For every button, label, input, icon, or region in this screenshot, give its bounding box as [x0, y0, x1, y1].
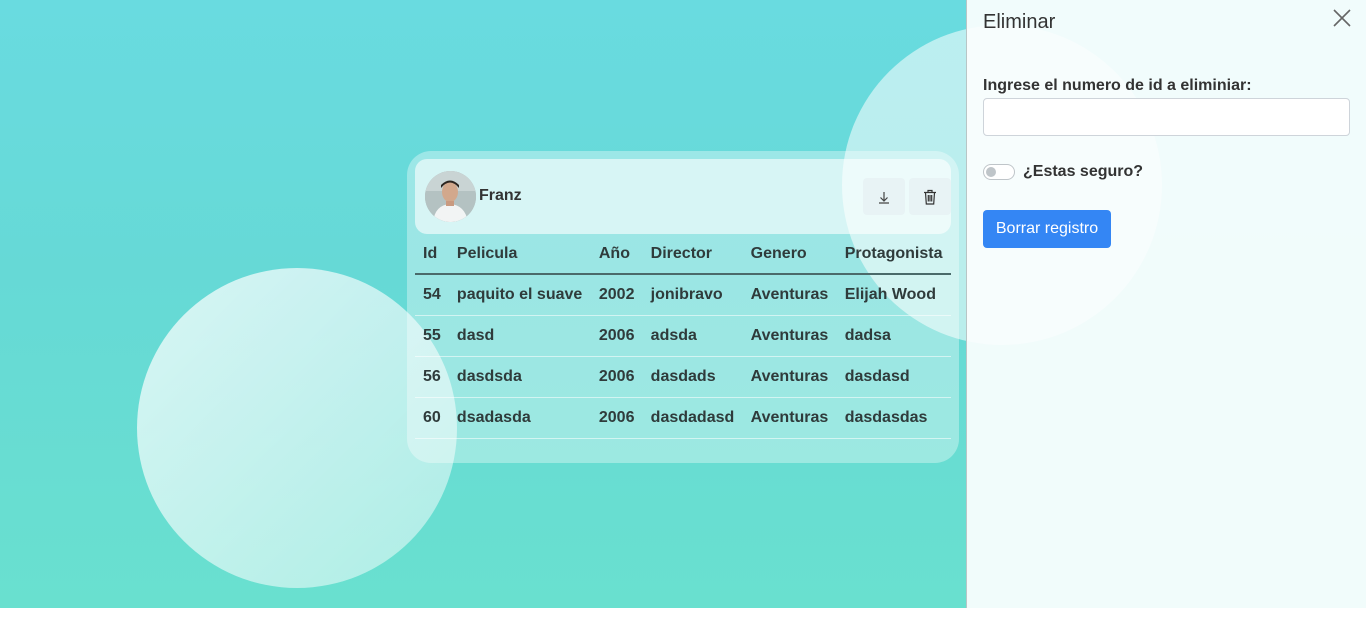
cell-id: 56 [415, 356, 449, 398]
cell-genero: Aventuras [742, 356, 837, 398]
table-header-row: Id Pelicula Año Director Genero Protagon… [415, 235, 951, 275]
panel-title: Eliminar [983, 11, 1056, 33]
table-row[interactable]: 60 dsadasda 2006 dasdadasd Aventuras das… [415, 397, 951, 439]
cell-id: 54 [415, 274, 449, 316]
delete-record-button[interactable]: Borrar registro [983, 210, 1111, 248]
trash-icon [924, 189, 936, 205]
delete-panel: Eliminar Ingrese el numero de id a elimi… [966, 0, 1366, 608]
id-field-label: Ingrese el numero de id a eliminiar: [983, 77, 1252, 94]
user-name: Franz [479, 187, 522, 204]
records-table: Id Pelicula Año Director Genero Protagon… [415, 235, 951, 439]
column-header-id[interactable]: Id [415, 235, 449, 275]
cell-protagonista: Elijah Wood [836, 274, 951, 316]
cell-genero: Aventuras [742, 315, 837, 357]
cell-pelicula: paquito el suave [448, 274, 591, 316]
column-header-protagonista[interactable]: Protagonista [836, 235, 951, 275]
download-button[interactable] [863, 178, 905, 215]
download-icon [879, 191, 889, 204]
cell-ano: 2006 [590, 397, 643, 439]
cell-protagonista: dadsa [836, 315, 951, 357]
confirm-toggle[interactable] [983, 164, 1015, 180]
column-header-pelicula[interactable]: Pelicula [448, 235, 591, 275]
cell-genero: Aventuras [742, 397, 837, 439]
cell-id: 60 [415, 397, 449, 439]
cell-director: dasdadasd [642, 397, 743, 439]
cell-id: 55 [415, 315, 449, 357]
cell-ano: 2002 [590, 274, 643, 316]
column-header-ano[interactable]: Año [590, 235, 643, 275]
cell-protagonista: dasdasdas [836, 397, 951, 439]
app-background: Franz Id Pelicula Año Director Genero Pr… [0, 0, 1366, 608]
cell-pelicula: dasd [448, 315, 591, 357]
close-button[interactable] [1332, 8, 1352, 28]
table-row[interactable]: 56 dasdsda 2006 dasdads Aventuras dasdas… [415, 356, 951, 398]
cell-ano: 2006 [590, 356, 643, 398]
close-icon [1333, 9, 1351, 27]
confirm-toggle-label[interactable]: ¿Estas seguro? [1023, 163, 1143, 181]
cell-director: jonibravo [642, 274, 743, 316]
id-input[interactable] [983, 98, 1350, 136]
avatar [425, 171, 476, 222]
delete-button[interactable] [909, 178, 951, 215]
column-header-genero[interactable]: Genero [742, 235, 837, 275]
cell-ano: 2006 [590, 315, 643, 357]
table-row[interactable]: 55 dasd 2006 adsda Aventuras dadsa [415, 315, 951, 357]
cell-director: dasdads [642, 356, 743, 398]
records-card: Franz Id Pelicula Año Director Genero Pr… [407, 151, 959, 463]
cell-director: adsda [642, 315, 743, 357]
table-row[interactable]: 54 paquito el suave 2002 jonibravo Avent… [415, 274, 951, 316]
cell-genero: Aventuras [742, 274, 837, 316]
column-header-director[interactable]: Director [642, 235, 743, 275]
toggle-knob [986, 167, 996, 177]
cell-pelicula: dasdsda [448, 356, 591, 398]
cell-pelicula: dsadasda [448, 397, 591, 439]
card-header: Franz [415, 159, 951, 234]
cell-protagonista: dasdasd [836, 356, 951, 398]
